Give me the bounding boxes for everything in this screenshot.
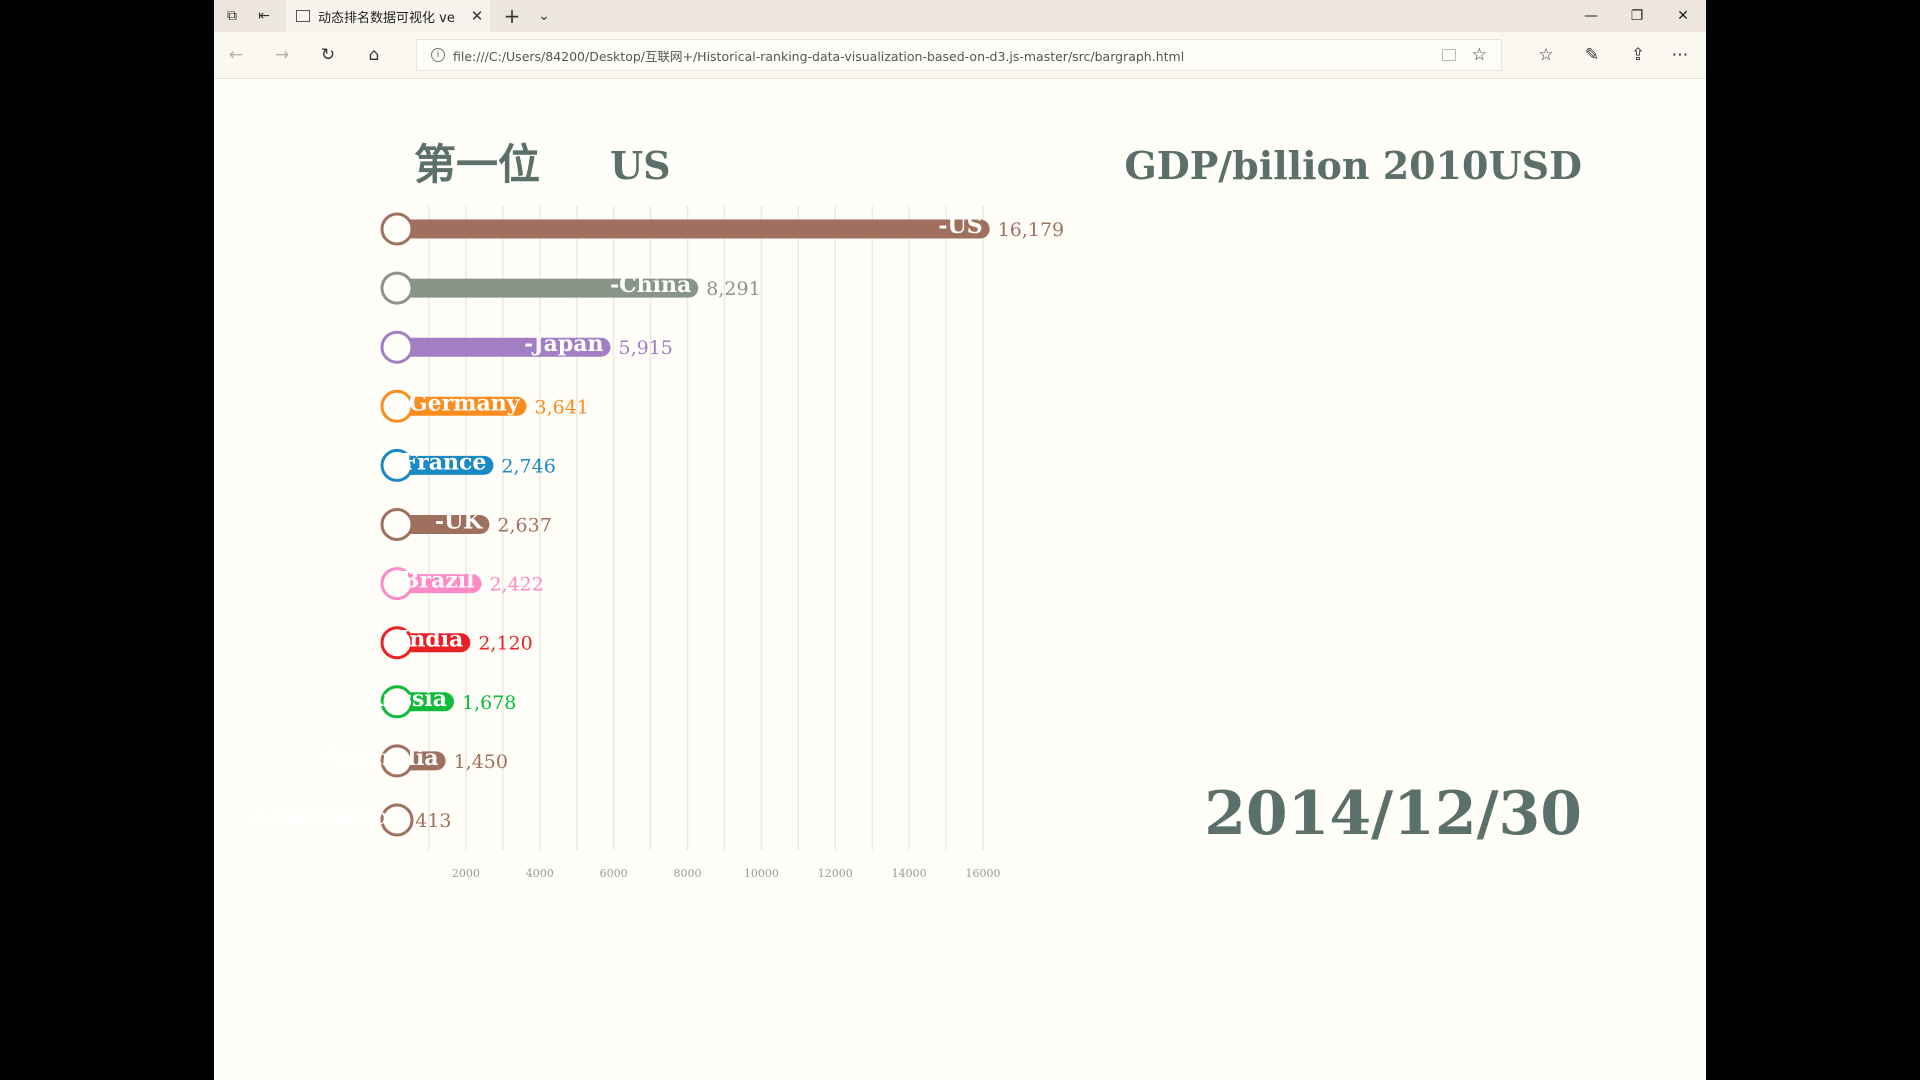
url-text[interactable]: file:///C:/Users/84200/Desktop/互联网+/Hist… bbox=[453, 46, 1442, 65]
bar-category-label: -Japan bbox=[524, 331, 603, 357]
title-bar: ⧉ ⇤ 动态排名数据可视化 ve ✕ + ⌄ — ❐ ✕ bbox=[214, 0, 1706, 32]
bar-category-label: -France bbox=[393, 449, 487, 475]
bar-value-label: 1,678 bbox=[462, 692, 516, 714]
home-icon[interactable]: ⌂ bbox=[358, 39, 390, 71]
tab-actions-icon[interactable]: ⧉ bbox=[216, 0, 248, 32]
bar-value-label: 8,291 bbox=[706, 278, 760, 300]
rank-label: 第一位 bbox=[414, 140, 540, 189]
chevron-down-icon[interactable]: ⌄ bbox=[528, 0, 560, 32]
forward-arrow-icon[interactable]: → bbox=[266, 39, 298, 71]
browser-window: ⧉ ⇤ 动态排名数据可视化 ve ✕ + ⌄ — ❐ ✕ ← → ↻ ⌂ i f… bbox=[214, 0, 1706, 1080]
date-label: 2014/12/30 bbox=[1204, 779, 1582, 849]
new-tab-icon[interactable]: + bbox=[496, 0, 528, 32]
x-tick-label: 2000 bbox=[452, 867, 480, 880]
chart-title: GDP/billion 2010USD bbox=[1124, 143, 1582, 188]
bar-category-label: -UK bbox=[435, 509, 483, 535]
close-tab-icon[interactable]: ✕ bbox=[464, 7, 490, 25]
bar-category-label: -Australia bbox=[317, 745, 439, 771]
bar bbox=[392, 219, 990, 239]
bar-value-label: 2,120 bbox=[478, 633, 532, 655]
set-aside-tabs-icon[interactable]: ⇤ bbox=[248, 0, 280, 32]
info-icon[interactable]: i bbox=[431, 48, 445, 62]
address-bar[interactable]: i file:///C:/Users/84200/Desktop/互联网+/Hi… bbox=[416, 39, 1502, 71]
minimize-button[interactable]: — bbox=[1568, 0, 1614, 32]
x-axis: 2000 4000 6000 8000 10000 12000 14000 16000 bbox=[452, 867, 1001, 880]
bar-category-label: -US bbox=[938, 213, 982, 239]
bar-category-label: -China bbox=[610, 272, 691, 298]
bar-category-label: -southAfrica bbox=[248, 804, 400, 830]
x-tick-label: 8000 bbox=[674, 867, 702, 880]
close-window-button[interactable]: ✕ bbox=[1660, 0, 1706, 32]
bar-chart: -US 16,179 -China 8,291 -Japan 5,915 -Germany 3… bbox=[248, 140, 1582, 880]
page-icon bbox=[296, 10, 310, 22]
bar-circle-marker bbox=[380, 212, 414, 246]
bar-category-label: -Russia bbox=[356, 686, 447, 712]
more-menu-icon[interactable]: ⋯ bbox=[1664, 39, 1696, 71]
bar-circle-marker bbox=[380, 508, 414, 541]
bar-value-label: 413 bbox=[415, 810, 451, 832]
tab-title: 动态排名数据可视化 ve bbox=[318, 10, 455, 26]
x-tick-label: 12000 bbox=[818, 867, 853, 880]
navigation-bar: ← → ↻ ⌂ i file:///C:/Users/84200/Desktop… bbox=[214, 32, 1706, 79]
bar-value-label: 3,641 bbox=[534, 396, 588, 418]
x-tick-label: 14000 bbox=[892, 867, 927, 880]
bar-circle-marker bbox=[380, 271, 414, 305]
favorite-star-icon[interactable]: ☆ bbox=[1472, 45, 1487, 65]
bar-value-label: 2,637 bbox=[497, 515, 551, 537]
share-icon[interactable]: ⇪ bbox=[1622, 39, 1654, 71]
bar-value-label: 2,746 bbox=[501, 455, 555, 477]
bar-value-label: 5,915 bbox=[619, 337, 673, 359]
favorites-hub-icon[interactable]: ☆ bbox=[1530, 39, 1562, 71]
web-note-icon[interactable]: ✎ bbox=[1576, 39, 1608, 71]
x-tick-label: 16000 bbox=[966, 867, 1001, 880]
bar-value-label: 1,450 bbox=[454, 751, 508, 773]
refresh-icon[interactable]: ↻ bbox=[312, 39, 344, 71]
x-tick-label: 4000 bbox=[526, 867, 554, 880]
tab-active[interactable]: 动态排名数据可视化 ve ✕ bbox=[286, 0, 490, 32]
bar-category-label: -India bbox=[390, 627, 463, 653]
back-arrow-icon[interactable]: ← bbox=[220, 39, 252, 71]
reading-view-icon[interactable] bbox=[1441, 49, 1456, 61]
bars: -US 16,179 -China 8,291 -Japan 5,915 -Germany 3… bbox=[248, 212, 1064, 837]
bar-value-label: 2,422 bbox=[489, 574, 543, 596]
bar-category-label: -Brazil bbox=[392, 568, 475, 594]
leader-label: US bbox=[610, 143, 671, 188]
bar-category-label: -Germany bbox=[400, 390, 521, 416]
restore-button[interactable]: ❐ bbox=[1614, 0, 1660, 32]
bar-circle-marker bbox=[380, 330, 414, 364]
x-tick-label: 10000 bbox=[744, 867, 779, 880]
x-tick-label: 6000 bbox=[600, 867, 628, 880]
bar-value-label: 16,179 bbox=[998, 219, 1064, 241]
